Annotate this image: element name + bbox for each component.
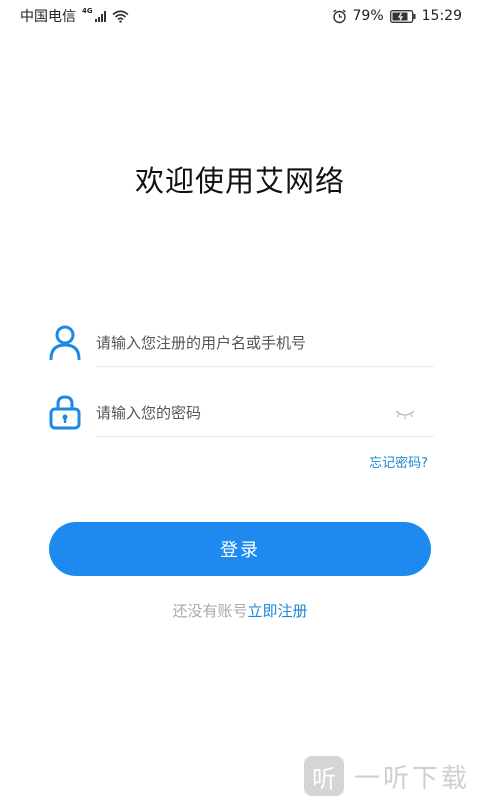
carrier-name: 中国电信 [20,9,76,25]
lock-icon [49,395,81,430]
clock-time: 15:29 [421,8,462,24]
register-link[interactable]: 立即注册 [248,602,308,620]
battery-icon [389,9,416,23]
status-left: 中国电信 4G [20,6,129,26]
status-right: 79% 15:29 [332,8,462,24]
eye-closed-icon[interactable] [394,408,416,420]
password-input[interactable] [96,390,434,437]
signal-icon [94,10,106,22]
forgot-password-link[interactable]: 忘记密码? [369,452,428,471]
password-field-row [48,390,436,438]
page-title: 欢迎使用艾网络 [134,164,345,198]
network-type: 4G [82,7,93,15]
watermark: 听 一听下载 [303,756,470,796]
alarm-icon [332,8,346,23]
battery-percent: 79% [352,8,384,24]
username-field-row [48,320,436,368]
watermark-logo: 听 [303,756,344,796]
register-hint: 还没有账号 [172,602,248,620]
wifi-icon [112,9,129,23]
register-row: 还没有账号立即注册 [0,600,480,621]
status-bar: 中国电信 4G 79% 15:29 [0,0,480,32]
username-input[interactable] [96,320,434,367]
user-icon [49,325,81,360]
login-button[interactable]: 登录 [49,522,431,576]
watermark-text: 一听下载 [353,763,470,794]
